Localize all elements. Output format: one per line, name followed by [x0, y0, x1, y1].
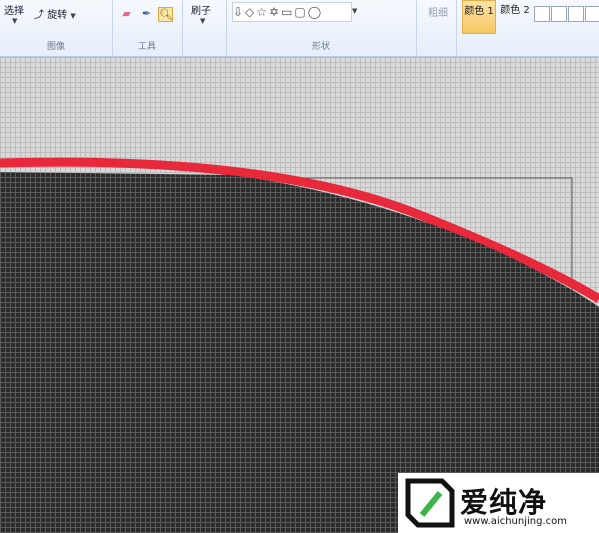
color1-button[interactable]: 颜色 1	[462, 0, 496, 34]
shapes-group: ⇩◇☆✡▭▢◯ ▼ 形状	[226, 0, 417, 56]
eraser-icon[interactable]: ▰	[120, 7, 133, 20]
select-label: 选择	[4, 6, 24, 17]
image-group: 选择 ▼ ⤴ 旋转 ▼ 图像	[0, 0, 113, 56]
chevron-down-icon: ▼	[12, 17, 18, 25]
shapes-group-label: 形状	[311, 42, 330, 52]
color-swatch[interactable]	[551, 6, 567, 22]
brand-logo-icon	[405, 478, 455, 528]
brush-label: 刷子	[191, 6, 211, 17]
gallery-dropdown-icon[interactable]: ▼	[352, 7, 357, 15]
rotate-icon: ⤴	[34, 10, 44, 21]
watermark-logo: 爱纯净 www.aichunjing.com	[398, 473, 599, 533]
tools-group-label: 工具	[137, 42, 156, 52]
color-swatch[interactable]	[534, 6, 550, 22]
size-button[interactable]: 粗细	[428, 4, 448, 19]
rotate-button[interactable]: ⤴ 旋转 ▼	[34, 6, 76, 21]
colors-group: 颜色 1 颜色 2	[456, 0, 599, 56]
chevron-down-icon: ▼	[200, 17, 206, 25]
brush-group: 刷子 ▼	[182, 0, 227, 56]
tools-group: ▰ ✒ 🔍︎ 工具	[112, 0, 183, 56]
brush-button[interactable]: 刷子 ▼	[191, 2, 211, 25]
color2-label: 颜色 2	[500, 5, 530, 16]
rotate-label: 旋转	[47, 10, 68, 21]
chevron-down-icon: ▼	[70, 12, 76, 20]
color1-label: 颜色 1	[464, 6, 494, 17]
magnifier-icon[interactable]: 🔍︎	[158, 7, 173, 22]
size-group: 粗细	[416, 0, 457, 56]
filled-circle-shape	[0, 157, 599, 533]
image-group-label: 图像	[46, 42, 65, 52]
color-swatch[interactable]	[585, 6, 599, 22]
ribbon: 选择 ▼ ⤴ 旋转 ▼ 图像 ▰ ✒ 🔍︎ 工具 刷子 ▼ ⇩◇☆✡▭▢◯ ▼ …	[0, 0, 599, 57]
size-label: 粗细	[428, 8, 448, 19]
shapes-gallery[interactable]: ⇩◇☆✡▭▢◯	[232, 2, 352, 22]
select-button[interactable]: 选择 ▼	[4, 2, 24, 25]
brand-name: 爱纯净	[460, 486, 548, 519]
color-swatch[interactable]	[568, 6, 584, 22]
drawing-canvas[interactable]: 爱纯净 www.aichunjing.com	[0, 57, 599, 533]
brand-url: www.aichunjing.com	[464, 516, 567, 527]
color2-button[interactable]: 颜色 2	[498, 0, 532, 34]
color-picker-icon[interactable]: ✒	[140, 7, 153, 20]
